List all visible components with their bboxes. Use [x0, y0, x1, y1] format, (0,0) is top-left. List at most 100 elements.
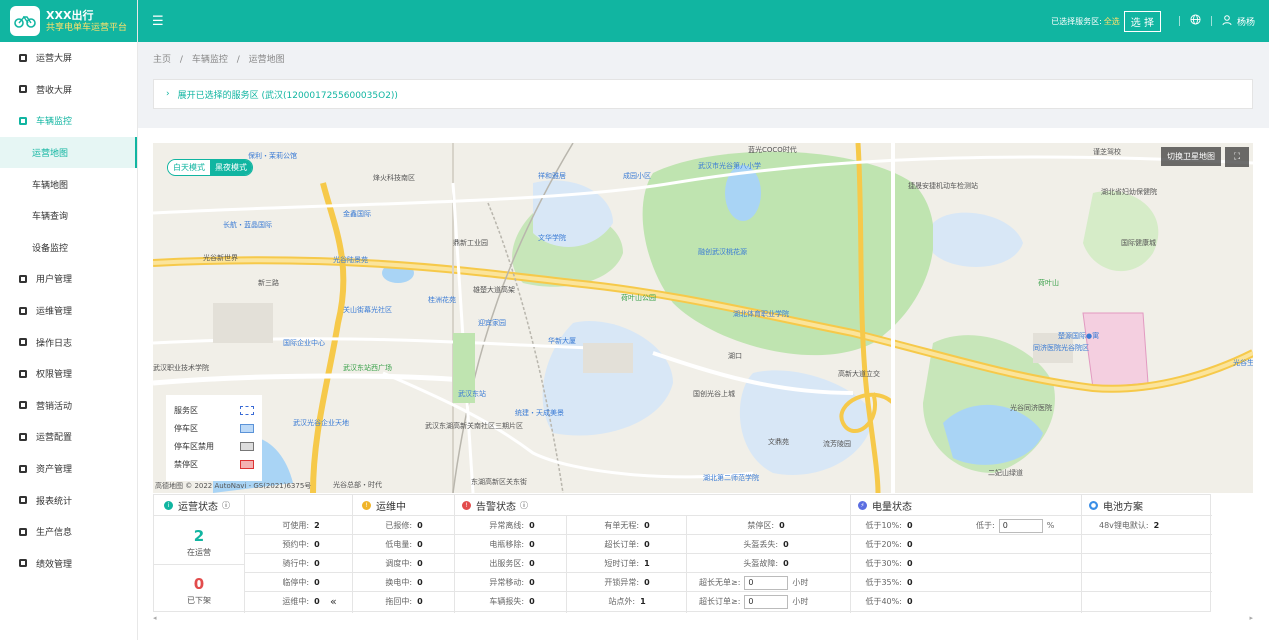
alarm-cell[interactable]: 电瓶移除: 0 [456, 535, 568, 554]
alarm-cell[interactable]: 短时订单: 1 [568, 554, 686, 573]
sidebar-item-5[interactable]: 车辆查询 [0, 200, 137, 232]
cell-label: 超长订单: [604, 540, 640, 549]
map-poi-label: 高新大道立交 [838, 370, 880, 378]
cell-value: 0 [417, 578, 423, 587]
sidebar-item-2[interactable]: 车辆监控 [0, 105, 137, 137]
alarm-cell[interactable]: 出服务区: 0 [456, 554, 568, 573]
battery-scheme-cell[interactable]: 48v锂电默认: 2 [1099, 516, 1159, 535]
wrench-dot-icon: ! [362, 500, 371, 510]
globe-icon[interactable] [1190, 14, 1201, 28]
day-mode-button[interactable]: 白天模式 [168, 160, 210, 175]
user-name[interactable]: 杨杨 [1237, 15, 1255, 28]
maint-cell[interactable]: 拖回中: 0 [354, 592, 454, 611]
operation-map[interactable]: 白天模式 黑夜模式 切换卫星地图 ⛶ 保利・茉莉公馆 烽火科技南区 祥和雅居 成园小区… [153, 143, 1253, 493]
alarm-cell[interactable]: 开锁异常: 0 [568, 573, 686, 592]
divider [352, 495, 353, 613]
select-button[interactable]: 选 择 [1123, 10, 1161, 32]
alarm-cell[interactable]: 头盔故障: 0 [686, 554, 846, 573]
map-background [153, 143, 1253, 493]
sidebar-item-label: 操作日志 [36, 338, 73, 349]
alarm-cell[interactable]: 禁停区: 0 [686, 516, 846, 535]
sidebar-item-1[interactable]: 营收大屏 [0, 74, 137, 106]
help-icon[interactable]: ⓘ [222, 500, 230, 511]
battery-threshold-input[interactable]: 0 [998, 518, 1043, 533]
wrench-icon [17, 305, 28, 316]
map-poi-label: 二妃山绿道 [988, 469, 1023, 477]
battery-cell[interactable]: 低于10%: 0 [849, 516, 929, 535]
battery-cell[interactable]: 低于30%: 0 [849, 554, 929, 573]
service-area-bar[interactable]: › 展开已选择的服务区 (武汉(1200017255600035O2)) [153, 79, 1253, 109]
map-poi-label: 长航・蓝晶国际 [223, 221, 272, 229]
hours-input[interactable]: 0 [744, 594, 789, 609]
sidebar-item-11[interactable]: 营销活动 [0, 390, 137, 422]
battery-cell[interactable]: 低于40%: 0 [849, 592, 929, 611]
map-poi-label: 融创武汉桃花源 [698, 248, 747, 256]
sidebar-item-7[interactable]: 用户管理 [0, 263, 137, 295]
running-count[interactable]: 2 在运营 [154, 527, 244, 558]
sidebar-item-8[interactable]: 运维管理 [0, 295, 137, 327]
service-area-text: 展开已选择的服务区 (武汉(1200017255600035O2)) [177, 90, 398, 101]
sidebar-item-10[interactable]: 权限管理 [0, 358, 137, 390]
sidebar-item-13[interactable]: 资产管理 [0, 453, 137, 485]
cell-label: 低于20%: [865, 540, 902, 549]
sidebar-item-label: 设备监控 [32, 243, 69, 254]
op-status-cell[interactable]: 临停中: 0 [246, 573, 356, 592]
gift-icon [17, 400, 28, 411]
sidebar-item-label: 运营配置 [36, 433, 73, 444]
night-mode-button[interactable]: 黑夜模式 [210, 160, 252, 175]
alarm-cell[interactable]: 异常离线: 0 [456, 516, 568, 535]
sidebar-item-label: 资产管理 [36, 465, 73, 476]
sidebar-item-16[interactable]: 绩效管理 [0, 548, 137, 580]
map-mode-toggle[interactable]: 白天模式 黑夜模式 [167, 159, 253, 176]
crumb-vehicle-monitor[interactable]: 车辆监控 [192, 55, 228, 65]
horizontal-scrollbar[interactable]: ◂ ▸ [153, 614, 1253, 624]
cell-label: 低电量: [385, 540, 413, 549]
alarm-cell[interactable]: 头盔丢失: 0 [686, 535, 846, 554]
menu-toggle-icon[interactable]: ☰ [152, 14, 164, 29]
map-poi-label: 湖北体育职业学院 [733, 310, 789, 318]
users-icon [17, 273, 28, 284]
op-status-cell[interactable]: 骑行中: 0 [246, 554, 356, 573]
status-panel: i 运营状态 ⓘ ! 运维中 ! 告警状态 ⓘ ⚡ 电量状态 ● 电池方案 2 在运营 0 已… [153, 494, 1212, 613]
help-icon[interactable]: ⓘ [520, 500, 528, 511]
alarm-cell[interactable]: 有单无程: 0 [568, 516, 686, 535]
cell-label: 换电中: [385, 578, 413, 587]
op-status-cell[interactable]: 可使用: 2 [246, 516, 356, 535]
cell-label: 调度中: [385, 559, 413, 568]
sidebar-item-3[interactable]: 运营地图 [0, 136, 137, 169]
sidebar-item-6[interactable]: 设备监控 [0, 232, 137, 264]
maint-cell[interactable]: 低电量: 0 [354, 535, 454, 554]
fullscreen-icon[interactable]: ⛶ [1225, 147, 1249, 167]
sidebar-item-14[interactable]: 报表统计 [0, 484, 137, 516]
battery-cell[interactable]: 低于35%: 0 [849, 573, 929, 592]
satellite-map-button[interactable]: 切换卫星地图 [1161, 147, 1221, 166]
maint-cell[interactable]: 已报修: 0 [354, 516, 454, 535]
user-icon[interactable] [1222, 14, 1232, 28]
alarm-cell[interactable]: 异常移动: 0 [456, 573, 568, 592]
sidebar-item-9[interactable]: 操作日志 [0, 326, 137, 358]
offline-count[interactable]: 0 已下架 [154, 575, 244, 606]
sidebar-item-0[interactable]: 运营大屏 [0, 42, 137, 74]
sidebar-item-12[interactable]: 运营配置 [0, 421, 137, 453]
sidebar-item-4[interactable]: 车辆地图 [0, 168, 137, 200]
maint-cell[interactable]: 调度中: 0 [354, 554, 454, 573]
alarm-cell[interactable]: 车辆报失: 0 [456, 592, 568, 611]
map-poi-label: 流芳陵园 [823, 440, 851, 448]
op-status-cell[interactable]: 预约中: 0 [246, 535, 356, 554]
sidebar-item-15[interactable]: 生产信息 [0, 516, 137, 548]
collapse-icon[interactable]: « [330, 592, 337, 611]
sidebar-item-label: 营销活动 [36, 401, 73, 412]
alarm-cell[interactable]: 站点外: 1 [568, 592, 686, 611]
crumb-home[interactable]: 主页 [153, 55, 171, 65]
divider [566, 515, 567, 613]
cell-label: 低于30%: [865, 559, 902, 568]
alarm-cell[interactable]: 超长订单: 0 [568, 535, 686, 554]
battery-cell[interactable]: 低于20%: 0 [849, 535, 929, 554]
op-status-cell[interactable]: 运维中: 0 [246, 592, 356, 611]
maint-cell[interactable]: 换电中: 0 [354, 573, 454, 592]
cell-value: 0 [783, 540, 789, 549]
hours-input[interactable]: 0 [744, 575, 789, 590]
cell-value: 0 [314, 540, 320, 549]
brand[interactable]: XXX出行 共享电单车运营平台 [0, 0, 137, 42]
moneybag-icon [17, 84, 28, 95]
